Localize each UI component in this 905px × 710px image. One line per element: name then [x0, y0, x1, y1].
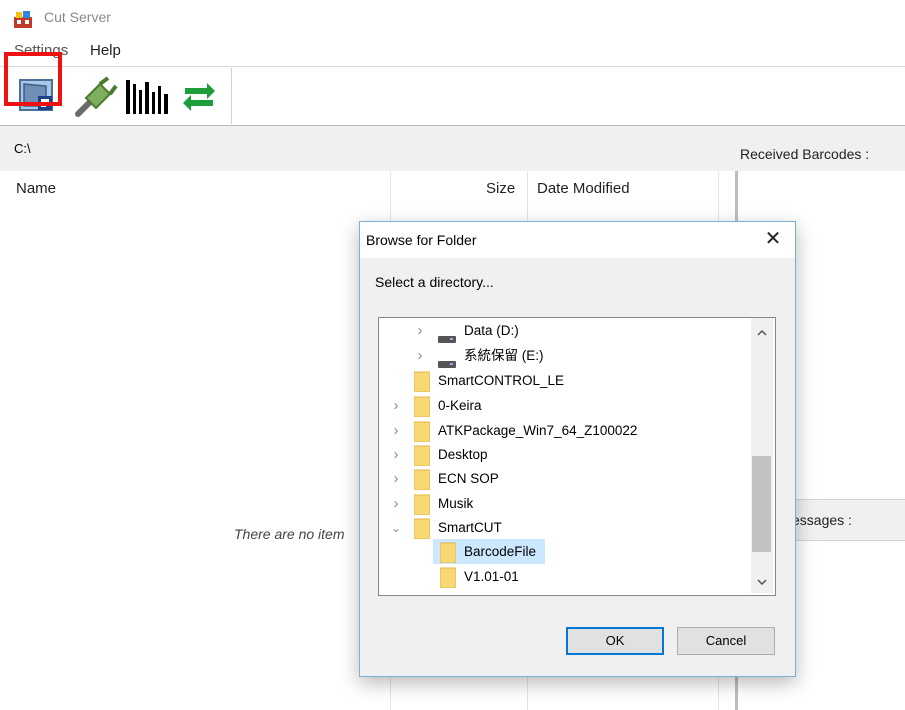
app-icon	[12, 9, 34, 29]
plug-icon	[72, 76, 120, 124]
chevron-right-icon[interactable]: ›	[390, 492, 402, 516]
tree-item-label: SmartCUT	[438, 520, 502, 535]
chevron-down-icon[interactable]: ⌄	[390, 516, 402, 540]
close-icon[interactable]: ✕	[762, 228, 784, 250]
dialog-instruction: Select a directory...	[375, 274, 494, 290]
column-name[interactable]: Name	[16, 180, 56, 197]
tree-item-label: ECN SOP	[438, 471, 499, 486]
empty-list-message: There are no item	[234, 526, 345, 542]
menu-help[interactable]: Help	[90, 42, 121, 59]
tree-item-label: SmartCONTROL_LE	[438, 373, 565, 388]
refresh-arrows-icon	[179, 83, 219, 118]
scroll-up-icon[interactable]	[751, 318, 773, 340]
folder-icon	[413, 517, 431, 540]
menu-bar: Settings Help	[0, 38, 905, 64]
barcode-icon	[126, 80, 172, 118]
column-size[interactable]: Size	[486, 180, 515, 197]
dialog-title: Browse for Folder	[366, 232, 477, 248]
tree-item-label: Data (D:)	[464, 323, 519, 338]
messages-label: essages :	[792, 512, 852, 528]
folder-icon	[439, 541, 457, 564]
column-date-modified[interactable]: Date Modified	[537, 180, 630, 197]
current-path: C:\	[14, 141, 31, 156]
barcode-button[interactable]	[126, 80, 172, 114]
chevron-right-icon[interactable]: ›	[390, 394, 402, 418]
connect-button[interactable]	[72, 74, 120, 120]
title-bar	[0, 0, 905, 36]
chevron-right-icon[interactable]: ›	[414, 319, 426, 343]
scroll-down-icon[interactable]	[751, 570, 773, 592]
chevron-right-icon[interactable]: ›	[414, 344, 426, 368]
tree-item-label: V1.01-01	[464, 569, 519, 584]
tree-item-label: Musik	[438, 496, 474, 511]
received-barcodes-label: Received Barcodes :	[740, 146, 870, 162]
chevron-right-icon[interactable]: ›	[390, 443, 402, 467]
ok-button[interactable]: OK	[566, 627, 664, 655]
folder-icon	[413, 370, 431, 393]
folder-icon	[413, 420, 431, 443]
folder-icon	[413, 468, 431, 491]
drive-icon	[438, 353, 456, 368]
chevron-right-icon[interactable]: ›	[390, 467, 402, 491]
folder-icon	[413, 444, 431, 467]
folder-icon	[413, 493, 431, 516]
refresh-button[interactable]	[179, 80, 219, 114]
tree-item-label: ATKPackage_Win7_64_Z100022	[438, 423, 638, 438]
tree-item-label: BarcodeFile	[464, 544, 537, 559]
tree-item-label: Desktop	[438, 447, 488, 462]
highlight-annotation	[4, 52, 62, 106]
folder-icon	[439, 566, 457, 589]
tree-item-label: 0-Keira	[438, 398, 482, 413]
cancel-button[interactable]: Cancel	[677, 627, 775, 655]
tree-item-label: 系統保留 (E:)	[464, 348, 544, 363]
toolbar-separator	[231, 68, 232, 124]
window-title: Cut Server	[44, 9, 111, 25]
drive-icon	[438, 328, 456, 343]
scroll-thumb[interactable]	[752, 456, 771, 552]
folder-icon	[413, 395, 431, 418]
chevron-right-icon[interactable]: ›	[390, 419, 402, 443]
